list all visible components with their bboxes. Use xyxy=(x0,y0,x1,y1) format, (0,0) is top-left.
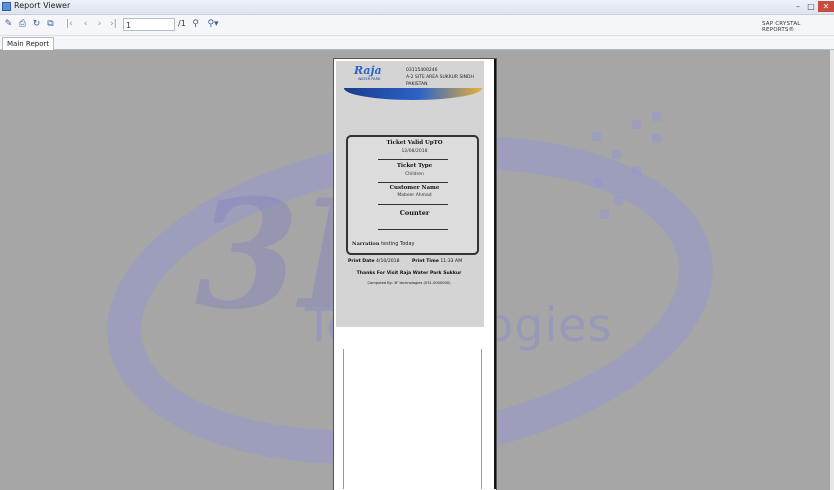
thanks-message: Thanks For Visit Raja Water Park Sukkur xyxy=(356,271,462,276)
powered-by-text: Computed By: 3F technologies (031-000000… xyxy=(367,281,451,285)
page-right-guide xyxy=(481,349,482,489)
tab-main-report[interactable]: Main Report xyxy=(2,37,55,50)
find-icon[interactable]: ⚲ xyxy=(190,19,201,30)
zoom-dropdown-icon[interactable]: ⚲▾ xyxy=(205,19,221,30)
minimize-button[interactable]: – xyxy=(792,1,804,12)
watermark-dot xyxy=(612,150,621,159)
ticket-type-label: Ticket Type xyxy=(396,163,433,169)
divider xyxy=(378,204,448,205)
page-left-guide xyxy=(343,349,344,489)
print-time-label: Print Time xyxy=(412,259,439,264)
watermark-dot xyxy=(632,166,641,175)
valid-upto-value: 12/08/2018 xyxy=(401,149,428,154)
toolbar: ✎ ⎙ ↻ ⧉ |‹ ‹ › ›| 1 /1 ⚲ ⚲▾ SAP CRYSTAL … xyxy=(0,15,834,36)
logo-wave xyxy=(344,88,482,100)
close-button[interactable]: ✕ xyxy=(818,1,834,12)
narration-value: testing Today xyxy=(381,241,415,247)
watermark-dot xyxy=(592,132,601,141)
watermark-dot xyxy=(652,112,661,121)
print-date-row: Print Date 4/10/2018 xyxy=(348,259,400,264)
page-right-border xyxy=(484,59,496,489)
page-number-input[interactable]: 1 xyxy=(123,18,175,31)
watermark-dot xyxy=(594,178,603,187)
header-phone: 03115400246 xyxy=(406,68,438,73)
customer-name-label: Customer Name xyxy=(389,185,440,191)
maximize-button[interactable]: □ xyxy=(805,1,817,12)
vertical-scrollbar[interactable] xyxy=(830,50,834,490)
print-time-row: Print Time 11:33 AM xyxy=(412,259,462,264)
window-title: Report Viewer xyxy=(14,1,71,10)
logo-subtext: WATER PARK xyxy=(358,77,381,81)
logo-text: Raja xyxy=(354,64,382,77)
next-page-icon[interactable]: › xyxy=(94,19,105,30)
watermark-dot xyxy=(652,134,661,143)
previous-page-icon[interactable]: ‹ xyxy=(80,19,91,30)
counter-label: Counter xyxy=(399,209,430,217)
print-date-value: 4/10/2018 xyxy=(375,259,400,264)
tab-strip: Main Report xyxy=(0,36,834,50)
valid-upto-label: Ticket Valid UpTO xyxy=(386,140,443,146)
park-logo: Raja WATER PARK 03115400246 A-2 SITE ARE… xyxy=(344,62,482,104)
header-country: PAKISTAN xyxy=(406,82,428,87)
report-viewer-area[interactable]: 3F Technologies Raja WATER PARK 03115400… xyxy=(0,50,830,490)
print-date-label: Print Date xyxy=(348,259,375,264)
title-bar: Report Viewer – □ ✕ xyxy=(0,0,834,15)
ticket-type-value: Children xyxy=(405,172,424,177)
refresh-icon[interactable]: ↻ xyxy=(31,19,42,30)
last-page-icon[interactable]: ›| xyxy=(108,19,119,30)
divider xyxy=(378,229,448,230)
report-page: Raja WATER PARK 03115400246 A-2 SITE ARE… xyxy=(333,58,497,490)
header-address: A-2 SITE AREA SUKKUR SINDH xyxy=(406,75,474,80)
customer-name-value: Mabeer Ahmad xyxy=(397,193,432,198)
print-icon[interactable]: ⎙ xyxy=(17,19,28,30)
first-page-icon[interactable]: |‹ xyxy=(64,19,75,30)
export-icon[interactable]: ✎ xyxy=(3,19,14,30)
narration-label: Narration xyxy=(352,241,380,247)
report-viewer-icon xyxy=(2,2,11,11)
print-time-value: 11:33 AM xyxy=(440,259,463,264)
divider xyxy=(378,182,448,183)
narration-row: Narration testing Today xyxy=(352,241,414,247)
page-total-label: /1 xyxy=(178,19,186,28)
copy-icon[interactable]: ⧉ xyxy=(45,19,56,30)
watermark-dot xyxy=(614,196,623,205)
watermark-dot xyxy=(600,210,609,219)
ticket-details-box: Ticket Valid UpTO 12/08/2018 Ticket Type… xyxy=(346,135,479,255)
watermark-dot xyxy=(632,120,641,129)
divider xyxy=(378,159,448,160)
sap-crystal-reports-label: SAP CRYSTAL REPORTS® xyxy=(762,21,801,33)
